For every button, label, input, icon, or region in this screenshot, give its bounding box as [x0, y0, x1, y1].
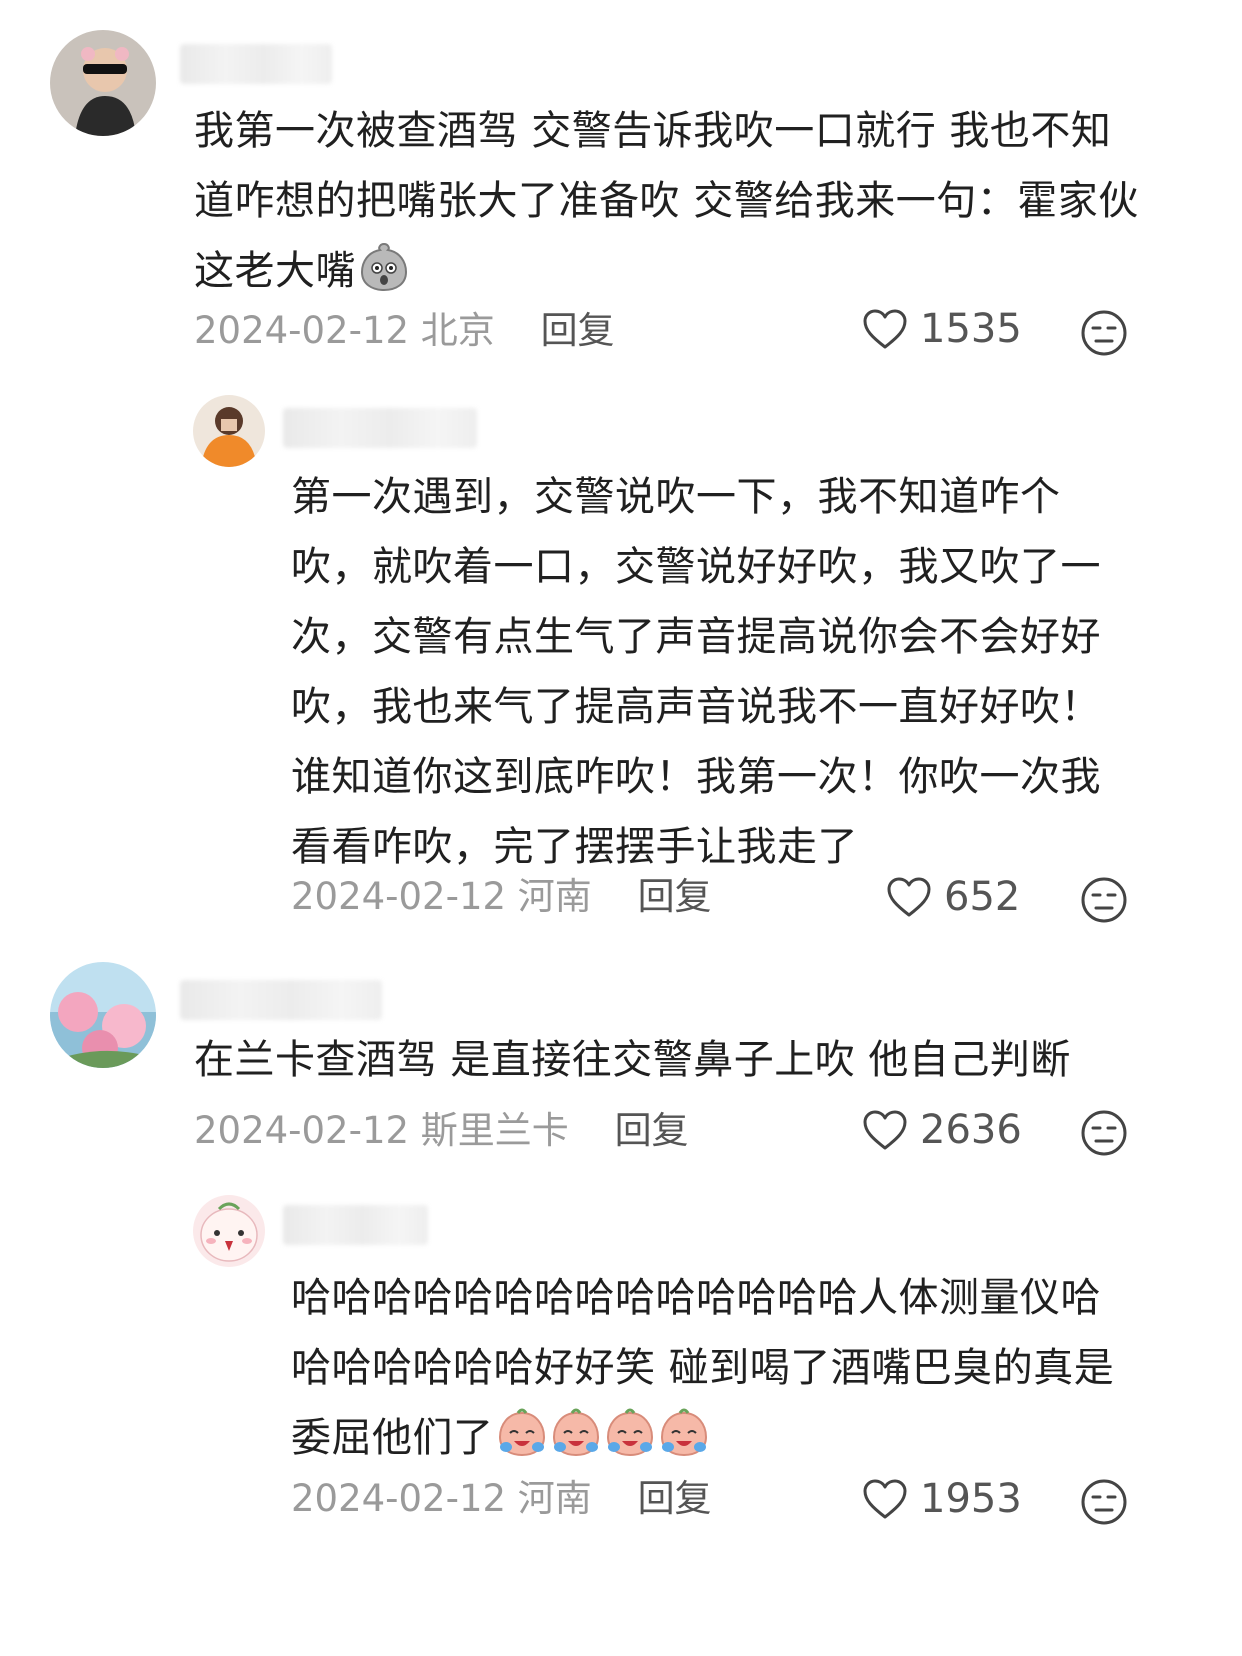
dislike-button[interactable] — [1080, 1109, 1128, 1161]
comment-date: 2024-02-12 — [194, 1109, 410, 1152]
dislike-button[interactable] — [1080, 876, 1128, 928]
reply-text: 哈哈哈哈哈哈哈哈哈哈哈哈哈哈人体测量仪哈哈哈哈哈哈哈好好笑 碰到喝了酒嘴巴臭的真… — [291, 1275, 1115, 1461]
like-count: 1535 — [920, 306, 1022, 352]
avatar[interactable] — [193, 395, 265, 467]
reply-meta: 2024-02-12 河南 回复 — [291, 872, 712, 922]
like-count: 2636 — [920, 1107, 1022, 1153]
username-redacted[interactable] — [283, 408, 477, 448]
comment-location: 斯里兰卡 — [420, 1109, 569, 1152]
reply-button[interactable]: 回复 — [541, 309, 615, 352]
like-button[interactable]: 1535 — [862, 306, 1022, 352]
comment-text: 在兰卡查酒驾 是直接往交警鼻子上吹 他自己判断 — [194, 1037, 1071, 1083]
avatar[interactable] — [50, 30, 156, 136]
like-count: 1953 — [920, 1476, 1022, 1522]
reply-date: 2024-02-12 — [291, 875, 507, 918]
comment-location: 北京 — [420, 309, 495, 352]
username-redacted[interactable] — [283, 1205, 428, 1245]
shocked-face-icon — [358, 240, 410, 314]
reply-meta: 2024-02-12 河南 回复 — [291, 1474, 712, 1524]
comment-text: 我第一次被查酒驾 交警告诉我吹一口就行 我也不知道咋想的把嘴张大了准备吹 交警给… — [194, 96, 1139, 314]
avatar[interactable] — [50, 962, 156, 1068]
comment-meta: 2024-02-12 北京 回复 — [194, 306, 615, 356]
heart-outline-icon — [863, 1110, 907, 1150]
heart-outline-icon — [863, 309, 907, 349]
neutral-face-icon — [1081, 310, 1127, 356]
comment-meta: 2024-02-12 斯里兰卡 回复 — [194, 1106, 689, 1156]
avatar[interactable] — [193, 1195, 265, 1267]
reply-text: 第一次遇到，交警说吹一下，我不知道咋个吹，就吹着一口，交警说好好吹，我又吹了一次… — [291, 474, 1101, 870]
username-redacted[interactable] — [180, 44, 332, 84]
neutral-face-icon — [1081, 1110, 1127, 1156]
reply-date: 2024-02-12 — [291, 1477, 507, 1520]
like-count: 652 — [944, 874, 1021, 920]
neutral-face-icon — [1081, 1479, 1127, 1525]
crying-laughing-icon — [494, 1408, 710, 1461]
username-redacted[interactable] — [180, 980, 382, 1020]
reply-button[interactable]: 回复 — [615, 1109, 689, 1152]
dislike-button[interactable] — [1080, 1478, 1128, 1530]
reply-button[interactable]: 回复 — [638, 875, 712, 918]
reply-location: 河南 — [517, 875, 592, 918]
reply-button[interactable]: 回复 — [638, 1477, 712, 1520]
comment-date: 2024-02-12 — [194, 309, 410, 352]
reply-location: 河南 — [517, 1477, 592, 1520]
like-button[interactable]: 1953 — [862, 1476, 1022, 1522]
heart-outline-icon — [863, 1479, 907, 1519]
like-button[interactable]: 2636 — [862, 1107, 1022, 1153]
dislike-button[interactable] — [1080, 309, 1128, 361]
like-button[interactable]: 652 — [886, 874, 1020, 920]
heart-outline-icon — [887, 877, 931, 917]
neutral-face-icon — [1081, 877, 1127, 923]
